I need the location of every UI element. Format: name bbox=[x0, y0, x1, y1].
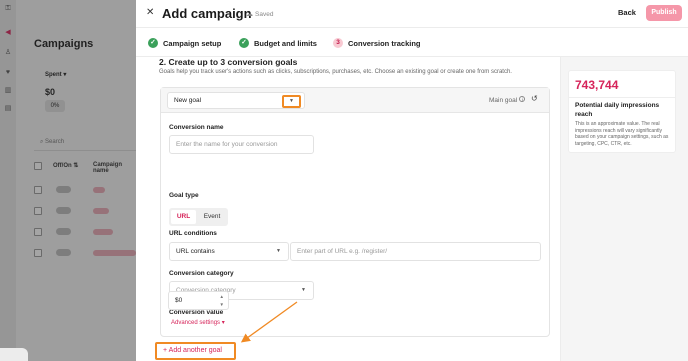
check-icon: ✓ bbox=[148, 38, 158, 49]
saved-status: ☁ Saved bbox=[246, 10, 273, 18]
goal-type-event[interactable]: Event bbox=[199, 210, 225, 224]
main-goal-text: Main goal bbox=[489, 97, 518, 104]
goal-type-toggle: URL Event bbox=[169, 208, 228, 226]
stepper-down-icon[interactable]: ▼ bbox=[220, 302, 224, 307]
reset-icon[interactable]: ↺ bbox=[531, 94, 538, 103]
info-icon[interactable]: i bbox=[519, 96, 526, 103]
main-goal-label: Main goal i bbox=[489, 96, 526, 104]
cloud-check-icon: ☁ bbox=[246, 11, 253, 18]
section-subtitle: Goals help you track user's actions such… bbox=[159, 69, 512, 75]
conversion-category-label: Conversion category bbox=[169, 270, 234, 277]
conversion-name-label: Conversion name bbox=[169, 124, 224, 131]
goal-type-url[interactable]: URL bbox=[171, 210, 196, 224]
goal-card-header: New goal ▼ Main goal i ↺ bbox=[161, 88, 549, 113]
conversion-value-label: Conversion value bbox=[169, 309, 224, 316]
back-button[interactable]: Back bbox=[618, 8, 636, 17]
url-input[interactable]: Enter part of URL e.g. /register/ bbox=[290, 242, 541, 261]
publish-button[interactable]: Publish bbox=[646, 5, 682, 21]
goal-select[interactable]: New goal ▼ bbox=[167, 92, 305, 109]
goal-select-value: New goal bbox=[174, 97, 202, 104]
url-condition-select[interactable]: URL contains ▼ bbox=[169, 242, 289, 261]
drawer-header: ✕ Add campaign ☁ Saved Back Publish bbox=[136, 0, 688, 28]
url-condition-value: URL contains bbox=[176, 248, 215, 255]
modal-overlay[interactable] bbox=[0, 0, 136, 361]
step-campaign-setup[interactable]: ✓ Campaign setup bbox=[148, 38, 221, 50]
impressions-title: Potential daily impressions reach bbox=[575, 102, 660, 118]
stepper: ✓ Campaign setup ✓ Budget and limits 3 Conv… bbox=[136, 29, 688, 57]
url-conditions-label: URL conditions bbox=[169, 230, 217, 237]
check-icon: ✓ bbox=[239, 38, 249, 49]
add-another-goal-button[interactable]: + Add another goal bbox=[155, 342, 236, 360]
divider bbox=[569, 97, 675, 98]
step-label: Budget and limits bbox=[254, 39, 317, 48]
impressions-note: This is an approximate value. The real i… bbox=[575, 121, 669, 147]
step-conversion-tracking[interactable]: 3 Conversion tracking bbox=[333, 38, 421, 50]
conversion-value-input[interactable]: $0 ▲ ▼ bbox=[168, 291, 229, 310]
chat-widget bbox=[0, 348, 28, 361]
stepper-up-icon[interactable]: ▲ bbox=[220, 294, 224, 299]
chevron-down-icon: ▼ bbox=[301, 287, 306, 293]
section-title: 2. Create up to 3 conversion goals bbox=[159, 57, 298, 67]
saved-status-text: Saved bbox=[255, 11, 274, 18]
conversion-goals-section: 2. Create up to 3 conversion goals Goals… bbox=[136, 57, 560, 361]
impressions-value: 743,744 bbox=[575, 78, 619, 92]
step-budget-and-limits[interactable]: ✓ Budget and limits bbox=[239, 38, 317, 50]
impressions-card: 743,744 Potential daily impressions reac… bbox=[568, 70, 676, 153]
background-app: ⚿ ◀ ♙ ♥ ▥ ▤ Campaigns Spent ▾ $0 0% ⌕ Se… bbox=[0, 0, 136, 361]
step-label: Conversion tracking bbox=[348, 39, 421, 48]
conversion-name-input[interactable]: Enter the name for your conversion bbox=[169, 135, 314, 154]
close-icon[interactable]: ✕ bbox=[146, 7, 154, 19]
drawer-title: Add campaign bbox=[162, 6, 252, 21]
chevron-down-icon: ▼ bbox=[276, 248, 281, 254]
estimate-panel: 743,744 Potential daily impressions reac… bbox=[560, 57, 688, 361]
step-number: 3 bbox=[333, 38, 343, 49]
goal-type-label: Goal type bbox=[169, 192, 199, 199]
step-label: Campaign setup bbox=[163, 39, 222, 48]
chevron-down-icon[interactable]: ▼ bbox=[282, 95, 301, 108]
conversion-value: $0 bbox=[175, 297, 183, 304]
advanced-settings-link[interactable]: Advanced settings ▾ bbox=[171, 319, 225, 326]
